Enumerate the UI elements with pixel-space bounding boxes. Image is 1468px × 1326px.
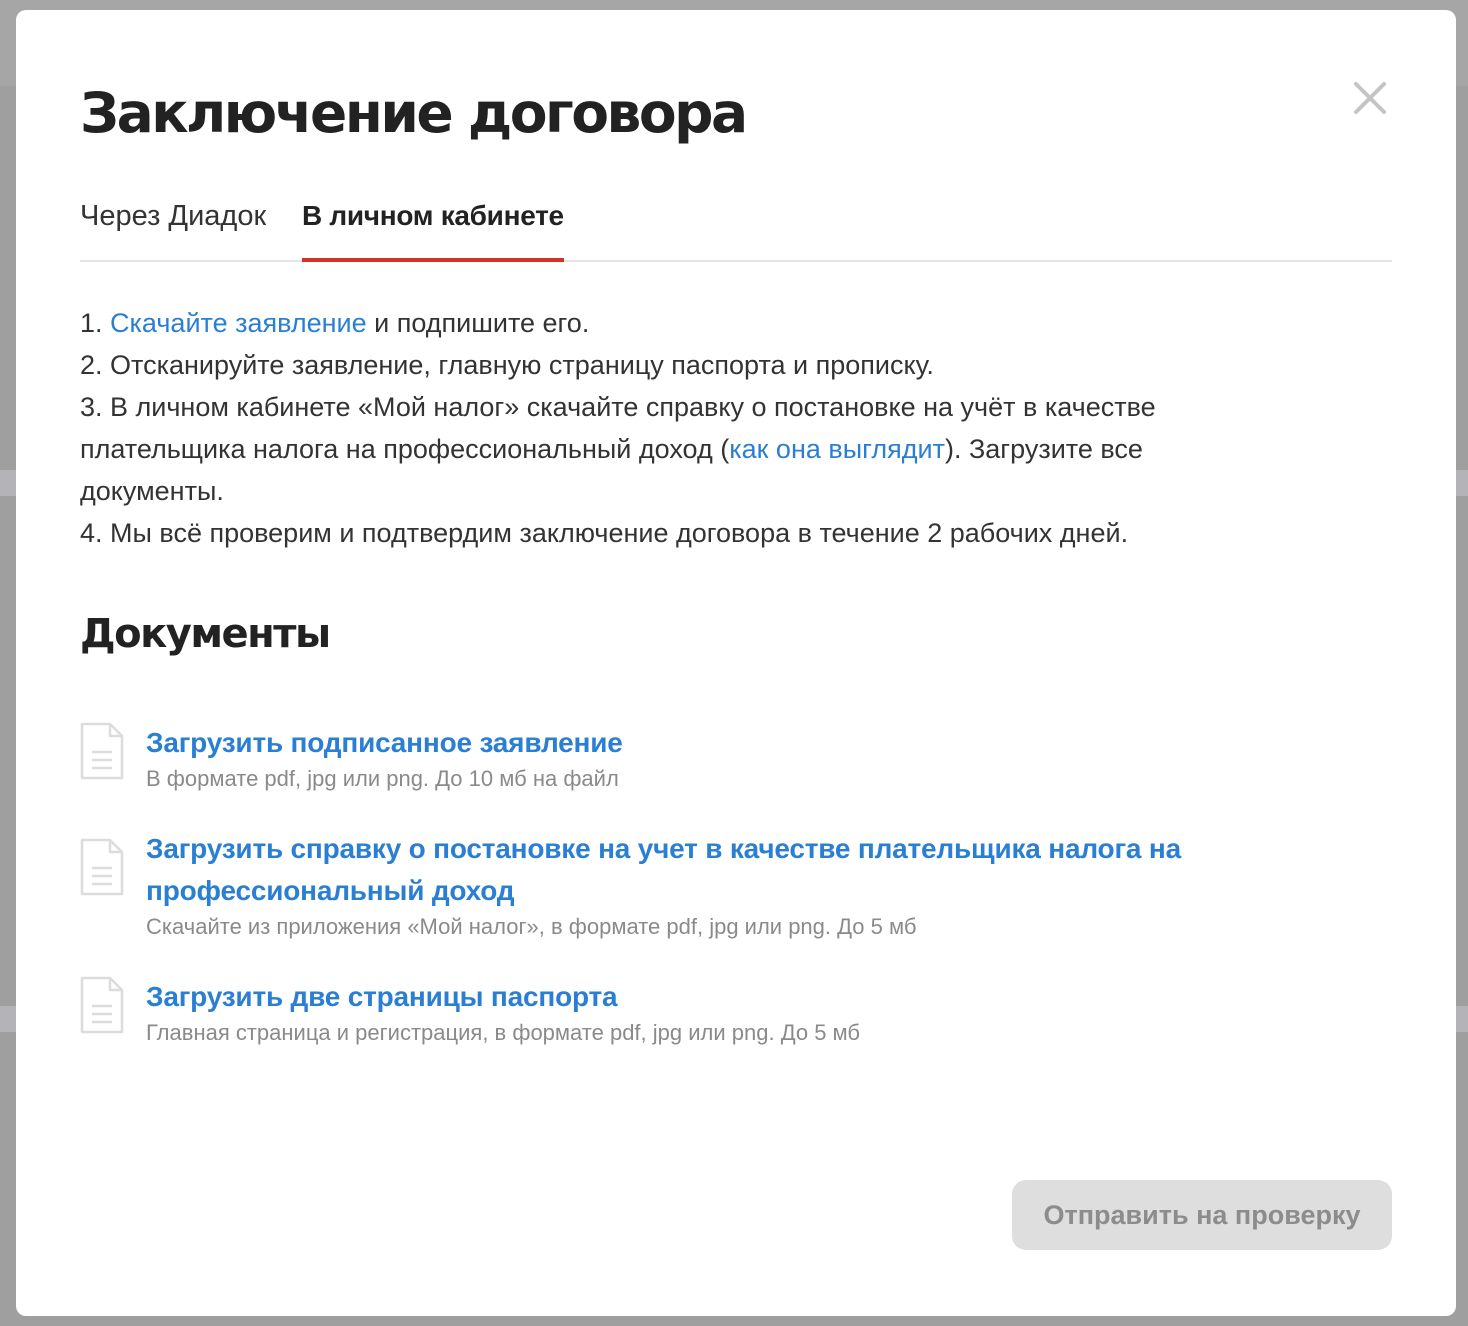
instruction-step-3-line-3: документы.: [80, 476, 224, 506]
upload-hint: В формате pdf, jpg или png. До 10 мб на …: [146, 766, 619, 791]
step-text: и подпишите его.: [366, 308, 590, 338]
upload-tax-certificate-link[interactable]: Загрузить справку о постановке на учет в…: [146, 828, 1346, 912]
contract-modal: Заключение договора Через Диадок В лично…: [16, 10, 1456, 1316]
modal-title: Заключение договора: [80, 81, 748, 145]
close-icon: [1354, 82, 1386, 114]
close-button[interactable]: [1350, 78, 1390, 118]
upload-signed-application-link[interactable]: Загрузить подписанное заявление: [146, 722, 1346, 764]
link-line: профессиональный доход: [146, 875, 515, 906]
instruction-step-3-line-1: 3. В личном кабинете «Мой налог» скачайт…: [80, 392, 1156, 422]
how-it-looks-link[interactable]: как она выглядит: [729, 434, 945, 464]
upload-hint: Скачайте из приложения «Мой налог», в фо…: [146, 914, 917, 939]
step-text: ). Загрузите все: [944, 434, 1143, 464]
document-icon: [80, 976, 124, 1034]
tab-bar: Через Диадок В личном кабинете: [80, 196, 1392, 262]
submit-for-review-button[interactable]: Отправить на проверку: [1012, 1180, 1392, 1250]
upload-passport-pages-link[interactable]: Загрузить две страницы паспорта: [146, 976, 1346, 1018]
documents-title: Документы: [80, 611, 331, 657]
link-line: Загрузить справку о постановке на учет в…: [146, 833, 1181, 864]
tab-personal-account[interactable]: В личном кабинете: [302, 196, 564, 262]
instruction-step-2: 2. Отсканируйте заявление, главную стран…: [80, 350, 934, 380]
tab-diadoc[interactable]: Через Диадок: [80, 196, 266, 260]
document-icon: [80, 838, 124, 896]
instructions-list: 1. Скачайте заявление и подпишите его. 2…: [80, 302, 1380, 554]
document-icon: [80, 722, 124, 780]
upload-hint: Главная страница и регистрация, в формат…: [146, 1020, 861, 1045]
instruction-step-1: 1. Скачайте заявление и подпишите его.: [80, 302, 1380, 344]
instruction-step-4: 4. Мы всё проверим и подтвердим заключен…: [80, 518, 1129, 548]
download-application-link[interactable]: Скачайте заявление: [110, 308, 367, 338]
instruction-step-3-line-2: плательщика налога на профессиональный д…: [80, 428, 1380, 470]
step-text: плательщика налога на профессиональный д…: [80, 434, 730, 464]
step-number: 1.: [80, 308, 111, 338]
